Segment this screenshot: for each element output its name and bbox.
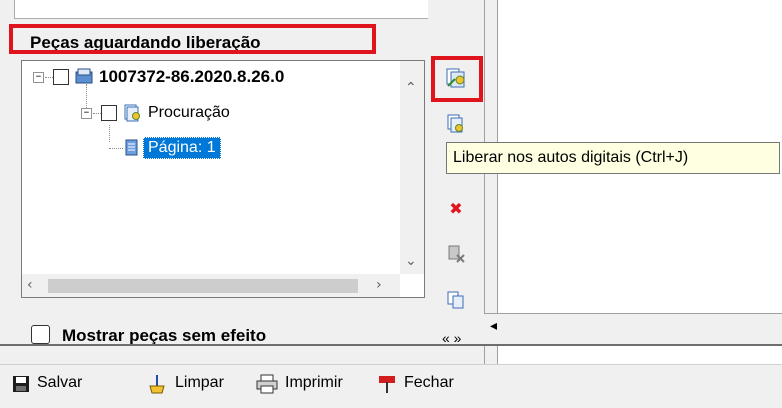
folder-icon	[74, 66, 94, 86]
highlight-box-release	[431, 56, 483, 102]
scroll-left-icon[interactable]: ◂	[490, 318, 497, 334]
page-icon	[124, 139, 140, 157]
highlight-box-title	[9, 24, 376, 54]
root-node-label[interactable]: 1007372-86.2020.8.26.0	[99, 67, 284, 87]
tree-line	[109, 148, 123, 149]
close-button[interactable]: Fechar	[404, 374, 454, 392]
tree-line	[109, 125, 110, 142]
printer-icon	[256, 374, 278, 394]
divider	[0, 344, 782, 346]
copy-document-icon[interactable]	[444, 289, 468, 313]
clear-icon	[147, 374, 167, 394]
delete-icon[interactable]: ✖	[444, 197, 468, 221]
app-window: Peças aguardando liberação − 1007372-86.…	[0, 0, 782, 408]
tree-line	[45, 77, 53, 78]
top-field[interactable]	[14, 0, 430, 19]
scroll-right-icon[interactable]: ›	[376, 277, 382, 293]
child-node-label[interactable]: Procuração	[148, 104, 230, 122]
tree-line	[93, 113, 101, 114]
leaf-node-selected[interactable]: Página: 1	[143, 137, 221, 159]
scroll-up-icon[interactable]: ⌃	[405, 80, 417, 96]
child-checkbox[interactable]	[101, 105, 117, 121]
print-button[interactable]: Imprimir	[285, 374, 343, 392]
scroll-left-icon[interactable]: ‹	[27, 277, 33, 293]
save-icon	[12, 375, 30, 393]
root-checkbox[interactable]	[53, 69, 69, 85]
horizontal-scroll-thumb[interactable]	[48, 279, 358, 293]
pieces-tree[interactable]	[21, 60, 425, 298]
release-tooltip: Liberar nos autos digitais (Ctrl+J)	[446, 142, 780, 174]
show-void-pieces-label: Mostrar peças sem efeito	[62, 326, 267, 345]
clear-button[interactable]: Limpar	[175, 374, 224, 392]
save-button[interactable]: Salvar	[37, 374, 82, 392]
close-flag-icon	[377, 374, 397, 394]
show-void-pieces-checkbox[interactable]	[31, 325, 50, 344]
document-award-icon	[122, 103, 142, 123]
document-horizontal-scrollbar[interactable]	[484, 313, 782, 344]
document-seal-icon[interactable]	[444, 113, 468, 137]
splitter[interactable]	[484, 0, 498, 365]
root-expander[interactable]: −	[33, 72, 44, 83]
tree-line	[86, 84, 87, 108]
child-expander[interactable]: −	[81, 108, 92, 119]
remove-document-icon[interactable]	[444, 243, 468, 267]
scroll-down-icon[interactable]: ⌄	[405, 253, 417, 269]
